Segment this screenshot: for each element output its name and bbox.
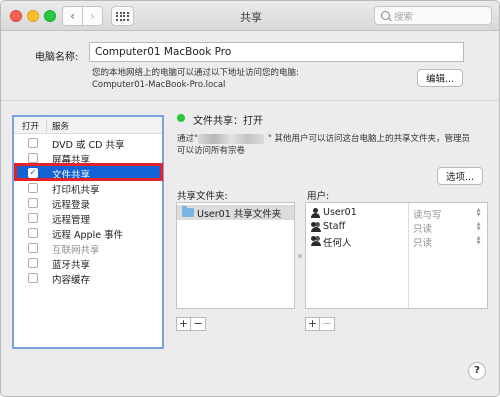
window-title: 共享 bbox=[240, 11, 262, 24]
computer-address-description: 您的本地网络上的电脑可以通过以下地址访问您的电脑: Computer01-Mac… bbox=[92, 67, 299, 91]
access-rest: " 其他用户可以访问这台电脑上的共享文件夹，管理员 bbox=[267, 134, 471, 144]
zoom-window-button[interactable] bbox=[44, 10, 56, 22]
service-label: 互联网共享 bbox=[52, 245, 100, 256]
drag-handle-icon bbox=[298, 254, 302, 258]
users-list[interactable]: User01 读与写 ▲ ▼ Staff 只读 ▲ ▼ 任何人 只读 ▲ ▼ bbox=[305, 202, 488, 309]
service-checkbox[interactable] bbox=[28, 213, 38, 223]
computer-name-label: 电脑名称: bbox=[35, 52, 79, 63]
single-user-icon bbox=[311, 208, 320, 218]
service-row[interactable]: 远程 Apple 事件 bbox=[14, 226, 162, 241]
computer-name-input[interactable]: Computer01 MacBook Pro bbox=[89, 42, 464, 62]
updown-arrows-icon[interactable]: ▲ ▼ bbox=[475, 208, 482, 218]
file-sharing-status: 文件共享：打开 bbox=[193, 116, 263, 127]
user-row[interactable]: 任何人 只读 ▲ ▼ bbox=[306, 234, 487, 249]
back-button[interactable]: ‹ bbox=[62, 6, 83, 26]
add-folder-button[interactable]: + bbox=[176, 317, 191, 331]
service-label: 打印机共享 bbox=[52, 185, 100, 196]
service-label: 远程 Apple 事件 bbox=[52, 230, 124, 241]
show-all-button[interactable] bbox=[111, 6, 134, 26]
status-indicator-icon bbox=[177, 114, 185, 122]
user-row[interactable]: Staff 只读 ▲ ▼ bbox=[306, 220, 487, 235]
service-row[interactable]: 远程管理 bbox=[14, 211, 162, 226]
service-checkbox[interactable] bbox=[28, 228, 38, 238]
selection-highlight-box bbox=[14, 163, 163, 181]
edit-button[interactable]: 编辑... bbox=[417, 69, 463, 87]
list-item[interactable]: User01 共享文件夹 bbox=[177, 205, 294, 220]
user-permission-select[interactable]: 只读 bbox=[413, 221, 432, 235]
shared-folder-name: User01 共享文件夹 bbox=[197, 209, 282, 220]
user-permission-select[interactable]: 读与写 bbox=[413, 207, 442, 221]
service-checkbox[interactable] bbox=[28, 198, 38, 208]
updown-arrows-icon[interactable]: ▲ ▼ bbox=[475, 222, 482, 232]
service-label: 远程登录 bbox=[52, 200, 91, 211]
services-list[interactable]: 打开 服务 DVD 或 CD 共享 屏幕共享 ✓ 文件共享 打印机共享 远程登录 远程管理远… bbox=[12, 115, 164, 349]
service-label: 远程管理 bbox=[52, 215, 91, 226]
title-bar: ‹ › 共享 搜索 bbox=[1, 1, 499, 31]
service-label: 蓝牙共享 bbox=[52, 260, 91, 271]
everyone-icon bbox=[311, 236, 321, 246]
search-placeholder: 搜索 bbox=[394, 11, 414, 23]
updown-arrows-icon[interactable]: ▲ ▼ bbox=[475, 236, 482, 246]
minimize-window-button[interactable] bbox=[27, 10, 39, 22]
service-checkbox[interactable] bbox=[28, 258, 38, 268]
service-checkbox[interactable] bbox=[28, 138, 38, 148]
user-row[interactable]: User01 读与写 ▲ ▼ bbox=[306, 206, 487, 221]
chevron-right-icon: › bbox=[90, 9, 95, 23]
service-row[interactable]: 蓝牙共享 bbox=[14, 256, 162, 271]
service-checkbox[interactable] bbox=[28, 243, 38, 253]
service-checkbox[interactable] bbox=[28, 183, 38, 193]
forward-button[interactable]: › bbox=[82, 6, 103, 26]
grid-icon bbox=[116, 11, 129, 21]
service-row[interactable]: 远程登录 bbox=[14, 196, 162, 211]
shared-folders-label: 共享文件夹: bbox=[177, 191, 228, 202]
service-row[interactable]: 打印机共享 bbox=[14, 181, 162, 196]
user-permission-select[interactable]: 只读 bbox=[413, 235, 432, 249]
user-name: 任何人 bbox=[323, 238, 352, 249]
services-list-header: 打开 服务 bbox=[14, 117, 162, 134]
service-checkbox[interactable] bbox=[28, 153, 38, 163]
column-separator bbox=[46, 119, 47, 132]
chevron-left-icon: ‹ bbox=[70, 9, 75, 23]
user-name: Staff bbox=[323, 221, 346, 232]
address-description-text: 您的本地网络上的电脑可以通过以下地址访问您的电脑: bbox=[92, 68, 299, 78]
section-divider bbox=[1, 100, 499, 101]
column-header-service: 服务 bbox=[52, 122, 70, 132]
folder-add-remove-controls: + − bbox=[176, 317, 206, 331]
service-label: 内容缓存 bbox=[52, 275, 91, 286]
service-row[interactable]: DVD 或 CD 共享 bbox=[14, 136, 162, 151]
column-header-on: 打开 bbox=[22, 122, 40, 132]
users-label: 用户: bbox=[307, 191, 330, 202]
service-label: DVD 或 CD 共享 bbox=[52, 140, 125, 151]
group-icon bbox=[311, 222, 321, 232]
remove-user-button[interactable]: − bbox=[320, 317, 335, 331]
user-name: User01 bbox=[323, 207, 357, 218]
help-button[interactable]: ? bbox=[468, 362, 486, 380]
add-user-button[interactable]: + bbox=[305, 317, 320, 331]
redacted-address bbox=[197, 133, 264, 144]
folder-icon bbox=[182, 206, 194, 217]
remove-folder-button[interactable]: − bbox=[191, 317, 206, 331]
service-checkbox[interactable] bbox=[28, 273, 38, 283]
shared-folders-list[interactable]: User01 共享文件夹 bbox=[176, 202, 295, 309]
close-window-button[interactable] bbox=[10, 10, 22, 22]
search-icon bbox=[381, 11, 390, 20]
access-prefix: 通过" bbox=[177, 134, 198, 144]
service-row[interactable]: 内容缓存 bbox=[14, 271, 162, 286]
local-hostname: Computer01-MacBook-Pro.local bbox=[92, 80, 226, 90]
split-view-divider[interactable] bbox=[297, 202, 303, 309]
user-add-remove-controls: + − bbox=[305, 317, 335, 331]
access-description: 通过" " 其他用户可以访问这台电脑上的共享文件夹，管理员 可以访问所有宗卷 bbox=[177, 133, 477, 157]
search-field[interactable]: 搜索 bbox=[374, 6, 492, 25]
access-line2: 可以访问所有宗卷 bbox=[177, 146, 246, 156]
service-row[interactable]: 互联网共享 bbox=[14, 241, 162, 256]
sharing-preferences-window: ‹ › 共享 搜索 电脑名称: Computer01 MacBook Pro 您… bbox=[0, 0, 500, 397]
options-button[interactable]: 选项... bbox=[437, 167, 483, 185]
